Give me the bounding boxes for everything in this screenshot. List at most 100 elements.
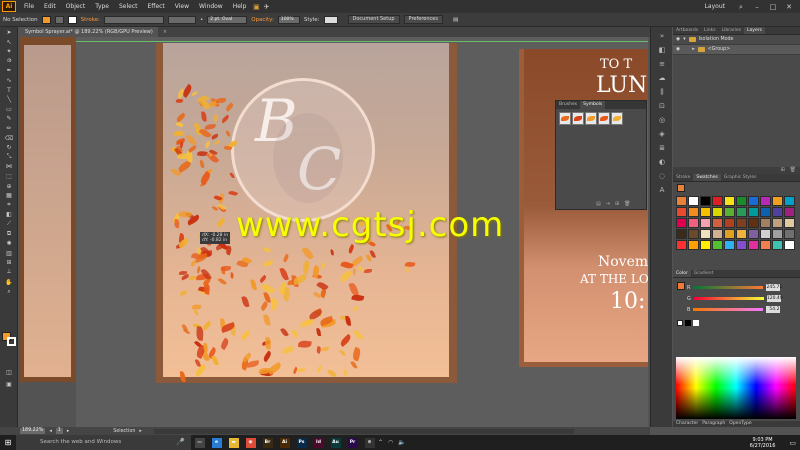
expand-arrow-icon[interactable]: ▾ — [683, 37, 685, 42]
swatch[interactable] — [700, 218, 711, 228]
maximize-icon[interactable]: □ — [768, 3, 778, 11]
leaf-symbol-instance[interactable] — [196, 247, 201, 255]
taskbar-bridge-button[interactable]: Br — [260, 435, 275, 450]
slider-b[interactable] — [693, 308, 764, 311]
paintbrush-tool-icon[interactable]: ✎ — [2, 115, 16, 123]
minimize-icon[interactable]: – — [752, 3, 762, 11]
menu-edit[interactable]: Edit — [39, 3, 61, 10]
swatch[interactable] — [724, 229, 735, 239]
canvas[interactable]: B C TO T LUN Novem AT THE LO 10: dX: -0.… — [76, 37, 648, 427]
swatch[interactable] — [784, 240, 795, 250]
artboard-prev-icon[interactable]: ◂ — [49, 429, 51, 434]
stroke-color-box[interactable] — [7, 337, 16, 346]
symbol-leaf-2[interactable] — [572, 112, 584, 125]
stroke-label[interactable]: Stroke: — [81, 17, 100, 23]
swatch[interactable] — [688, 218, 699, 228]
white-chip[interactable] — [693, 320, 699, 326]
swatch[interactable] — [736, 196, 747, 206]
layer-row-group[interactable]: ◉ ▸ <Group> — [673, 45, 800, 55]
taskbar-indesign-button[interactable]: Id — [311, 435, 326, 450]
taskbar-app-generic-button[interactable]: ⊙ — [362, 435, 377, 450]
width-tool-icon[interactable]: ⋈ — [2, 163, 16, 171]
swatch[interactable] — [772, 240, 783, 250]
symbol-leaf-4[interactable] — [598, 112, 610, 125]
status-tool-label[interactable]: Selection — [113, 429, 135, 434]
line-tool-icon[interactable]: ╲ — [2, 96, 16, 104]
properties-icon[interactable]: ≡ — [656, 60, 668, 69]
menu-effect[interactable]: Effect — [143, 3, 170, 10]
symbol-leaf-1[interactable] — [559, 112, 571, 125]
fill-swatch[interactable] — [41, 15, 51, 24]
tab-character[interactable]: Character — [676, 421, 698, 427]
leaf-symbol-instance[interactable] — [330, 249, 334, 256]
swatch-fill-indicator[interactable] — [677, 184, 685, 192]
preferences-button[interactable]: Preferences — [403, 15, 443, 24]
color-guide-icon[interactable]: ◧ — [656, 46, 668, 55]
type-panel-icon[interactable]: A — [656, 186, 668, 195]
swatch[interactable] — [760, 207, 771, 217]
close-icon[interactable]: ✕ — [784, 3, 794, 11]
document-tab[interactable]: Symbol Sprayer.ai* @ 189.22% (RGB/GPU Pr… — [20, 27, 158, 37]
swatch[interactable] — [736, 218, 747, 228]
menu-object[interactable]: Object — [61, 3, 91, 10]
eraser-tool-icon[interactable]: ⌫ — [2, 134, 16, 142]
layer-row-isolation[interactable]: ◉ ▾ Isolation Mode — [673, 35, 800, 45]
swatch[interactable] — [712, 218, 723, 228]
swatch[interactable] — [724, 218, 735, 228]
swatch[interactable] — [712, 196, 723, 206]
tab-color[interactable]: Color — [673, 270, 691, 277]
swatch[interactable] — [724, 240, 735, 250]
workspace-switcher[interactable]: Layout — [700, 3, 730, 10]
swatch[interactable] — [784, 218, 795, 228]
tab-gradient[interactable]: Gradient — [691, 270, 717, 277]
swatch[interactable] — [700, 240, 711, 250]
blend-tool-icon[interactable]: ⧉ — [2, 230, 16, 238]
color-spectrum[interactable] — [676, 357, 796, 419]
document-setup-button[interactable]: Document Setup — [347, 15, 400, 24]
swatch[interactable] — [736, 240, 747, 250]
tab-links[interactable]: Links — [701, 27, 719, 34]
transform-panel-icon[interactable]: ⊡ — [656, 102, 668, 111]
value-g[interactable]: 120.49 — [766, 295, 783, 302]
menu-window[interactable]: Window — [194, 3, 228, 10]
magic-wand-tool-icon[interactable]: ✦ — [2, 48, 16, 56]
taskbar-search-box[interactable]: Search the web and Windows 🎤 — [16, 435, 191, 450]
swatch[interactable] — [676, 218, 687, 228]
horizontal-scrollbar[interactable] — [153, 428, 574, 434]
menu-type[interactable]: Type — [90, 3, 114, 10]
swatch[interactable] — [736, 207, 747, 217]
direct-selection-tool-icon[interactable]: ↖ — [2, 38, 16, 46]
stroke-weight-field[interactable] — [103, 15, 164, 24]
leaf-symbol-instance[interactable] — [216, 98, 226, 103]
slider-g[interactable] — [693, 297, 764, 300]
symbol-leaf-5[interactable] — [611, 112, 623, 125]
tab-libraries[interactable]: Libraries — [719, 27, 744, 34]
taskbar-clock[interactable]: 9:03 PM 6/27/2016 — [750, 437, 790, 449]
swatch[interactable] — [772, 196, 783, 206]
visibility-eye-icon[interactable]: ◉ — [676, 47, 680, 52]
stroke-profile-dropdown[interactable]: 2 pt. Oval — [207, 15, 248, 24]
rotate-tool-icon[interactable]: ↻ — [2, 144, 16, 152]
hand-tool-icon[interactable]: ✋ — [2, 278, 16, 286]
zoom-field[interactable]: 189.22% — [20, 428, 46, 434]
status-arrow-icon[interactable]: ▸ — [139, 429, 141, 434]
swatch[interactable] — [772, 218, 783, 228]
swatch[interactable] — [700, 207, 711, 217]
expand-arrow-icon[interactable]: ▸ — [692, 47, 694, 52]
taskbar-audition-button[interactable]: Au — [328, 435, 343, 450]
swatch[interactable] — [688, 196, 699, 206]
opacity-field[interactable]: 100% — [277, 15, 300, 24]
swatch[interactable] — [748, 240, 759, 250]
taskbar-premiere-button[interactable]: Pr — [345, 435, 360, 450]
swatch[interactable] — [724, 196, 735, 206]
rectangle-tool-icon[interactable]: ▭ — [2, 105, 16, 113]
selection-tool-icon[interactable]: ➤ — [2, 29, 16, 37]
zoom-tool-icon[interactable]: ⌕ — [2, 288, 16, 296]
fill-dropdown[interactable] — [54, 15, 64, 24]
swatch[interactable] — [676, 229, 687, 239]
menu-view[interactable]: View — [170, 3, 194, 10]
slider-r[interactable] — [693, 286, 764, 289]
swatch[interactable] — [688, 207, 699, 217]
black-chip[interactable] — [685, 320, 691, 326]
tab-swatches[interactable]: Swatches — [693, 174, 721, 181]
